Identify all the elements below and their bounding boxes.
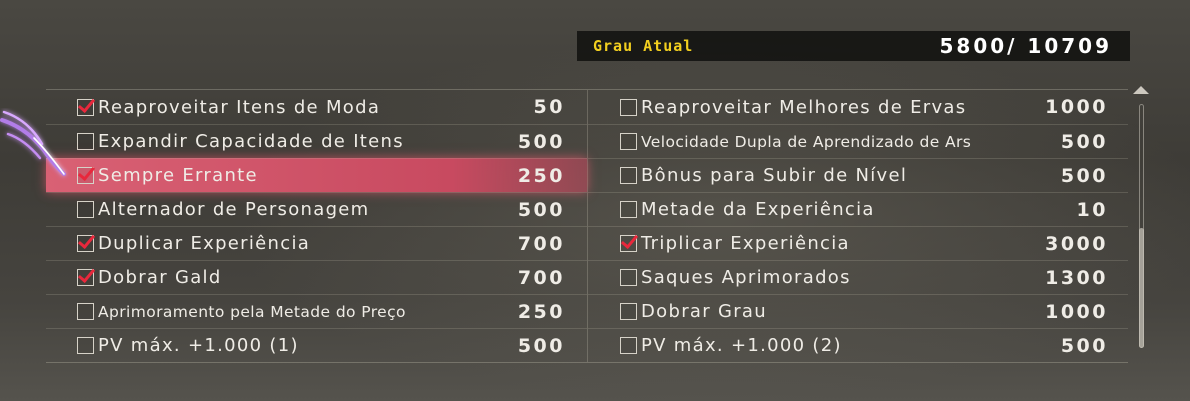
grade-item-name: PV máx. +1.000 (2) <box>641 335 842 356</box>
current-grade-value: 5800/ 10709 <box>939 34 1112 58</box>
grade-item-row[interactable]: Saques Aprimorados 1300 <box>588 260 1128 294</box>
grade-item-name: Alternador de Personagem <box>98 199 370 220</box>
grade-item-cost: 700 <box>517 266 565 289</box>
grade-item-row[interactable]: PV máx. +1.000 (2) 500 <box>588 328 1128 362</box>
grade-item-row[interactable]: Duplicar Experiência 700 <box>46 226 587 260</box>
grade-item-name: Reaproveitar Melhores de Ervas <box>641 96 967 118</box>
checkbox[interactable] <box>77 235 94 252</box>
grade-shop-list: Reaproveitar Itens de Moda 50 Expandir Ca… <box>46 89 1128 363</box>
checkbox[interactable] <box>620 235 637 252</box>
grade-item-cost: 250 <box>517 300 565 323</box>
checkbox[interactable] <box>77 201 94 218</box>
grade-shop-left-column: Reaproveitar Itens de Moda 50 Expandir Ca… <box>46 90 588 362</box>
grade-item-row[interactable]: Triplicar Experiência 3000 <box>588 226 1128 260</box>
grade-item-name: Dobrar Grau <box>641 301 767 322</box>
scrollbar-thumb[interactable] <box>1139 228 1144 348</box>
grade-item-cost: 10 <box>1076 198 1108 221</box>
checkbox[interactable] <box>77 337 94 354</box>
grade-item-row[interactable]: Bônus para Subir de Nível 500 <box>588 158 1128 192</box>
grade-item-name: Reaproveitar Itens de Moda <box>98 96 381 118</box>
grade-shop-right-column: Reaproveitar Melhores de Ervas 1000 Veloc… <box>588 90 1128 362</box>
grade-item-cost: 500 <box>1060 164 1108 187</box>
grade-item-row[interactable]: Dobrar Gald 700 <box>46 260 587 294</box>
checkbox[interactable] <box>620 167 637 184</box>
checkbox[interactable] <box>620 303 637 320</box>
checkbox[interactable] <box>620 201 637 218</box>
grade-item-cost: 1000 <box>1045 300 1108 323</box>
grade-item-name: Bônus para Subir de Nível <box>641 165 908 186</box>
grade-item-name: Dobrar Gald <box>98 267 222 288</box>
grade-item-row[interactable]: Alternador de Personagem 500 <box>46 192 587 226</box>
grade-item-name: Saques Aprimorados <box>641 267 851 288</box>
grade-item-row[interactable]: PV máx. +1.000 (1) 500 <box>46 328 587 362</box>
grade-item-cost: 50 <box>533 96 565 118</box>
grade-item-row[interactable]: Velocidade Dupla de Aprendizado de Ars 50… <box>588 124 1128 158</box>
selection-cursor-icon <box>0 110 66 176</box>
grade-item-cost: 500 <box>517 130 565 153</box>
grade-item-name: Aprimoramento pela Metade do Preço <box>98 302 406 321</box>
grade-item-name: Expandir Capacidade de Itens <box>98 131 404 152</box>
grade-item-name: Sempre Errante <box>98 165 258 186</box>
grade-item-cost: 250 <box>517 164 565 187</box>
grade-item-name: Velocidade Dupla de Aprendizado de Ars <box>641 132 972 151</box>
current-grade-bar: Grau Atual 5800/ 10709 <box>577 31 1130 61</box>
checkbox[interactable] <box>77 269 94 286</box>
grade-item-name: Metade da Experiência <box>641 199 875 220</box>
grade-item-row[interactable]: Expandir Capacidade de Itens 500 <box>46 124 587 158</box>
grade-item-name: Triplicar Experiência <box>641 233 850 254</box>
checkbox[interactable] <box>620 133 637 150</box>
grade-item-cost: 500 <box>1060 130 1108 153</box>
grade-item-row[interactable]: Reaproveitar Itens de Moda 50 <box>46 90 587 124</box>
grade-item-name: PV máx. +1.000 (1) <box>98 335 299 356</box>
grade-item-row[interactable]: Reaproveitar Melhores de Ervas 1000 <box>588 90 1128 124</box>
grade-item-cost: 500 <box>1060 334 1108 357</box>
grade-item-cost: 500 <box>517 334 565 357</box>
grade-item-row[interactable]: Metade da Experiência 10 <box>588 192 1128 226</box>
grade-item-cost: 500 <box>517 198 565 221</box>
scroll-up-arrow-icon[interactable] <box>1133 86 1149 94</box>
checkbox[interactable] <box>620 269 637 286</box>
grade-item-cost: 1300 <box>1045 266 1108 289</box>
checkbox[interactable] <box>620 98 637 116</box>
checkbox[interactable] <box>77 303 94 320</box>
grade-item-row-selected[interactable]: Sempre Errante 250 <box>46 158 587 192</box>
grade-item-cost: 700 <box>517 232 565 255</box>
grade-item-cost: 3000 <box>1045 232 1108 255</box>
grade-item-cost: 1000 <box>1045 96 1108 118</box>
grade-item-name: Duplicar Experiência <box>98 233 311 254</box>
grade-item-row[interactable]: Dobrar Grau 1000 <box>588 294 1128 328</box>
grade-item-row[interactable]: Aprimoramento pela Metade do Preço 250 <box>46 294 587 328</box>
checkbox[interactable] <box>620 337 637 354</box>
current-grade-label: Grau Atual <box>593 37 694 55</box>
